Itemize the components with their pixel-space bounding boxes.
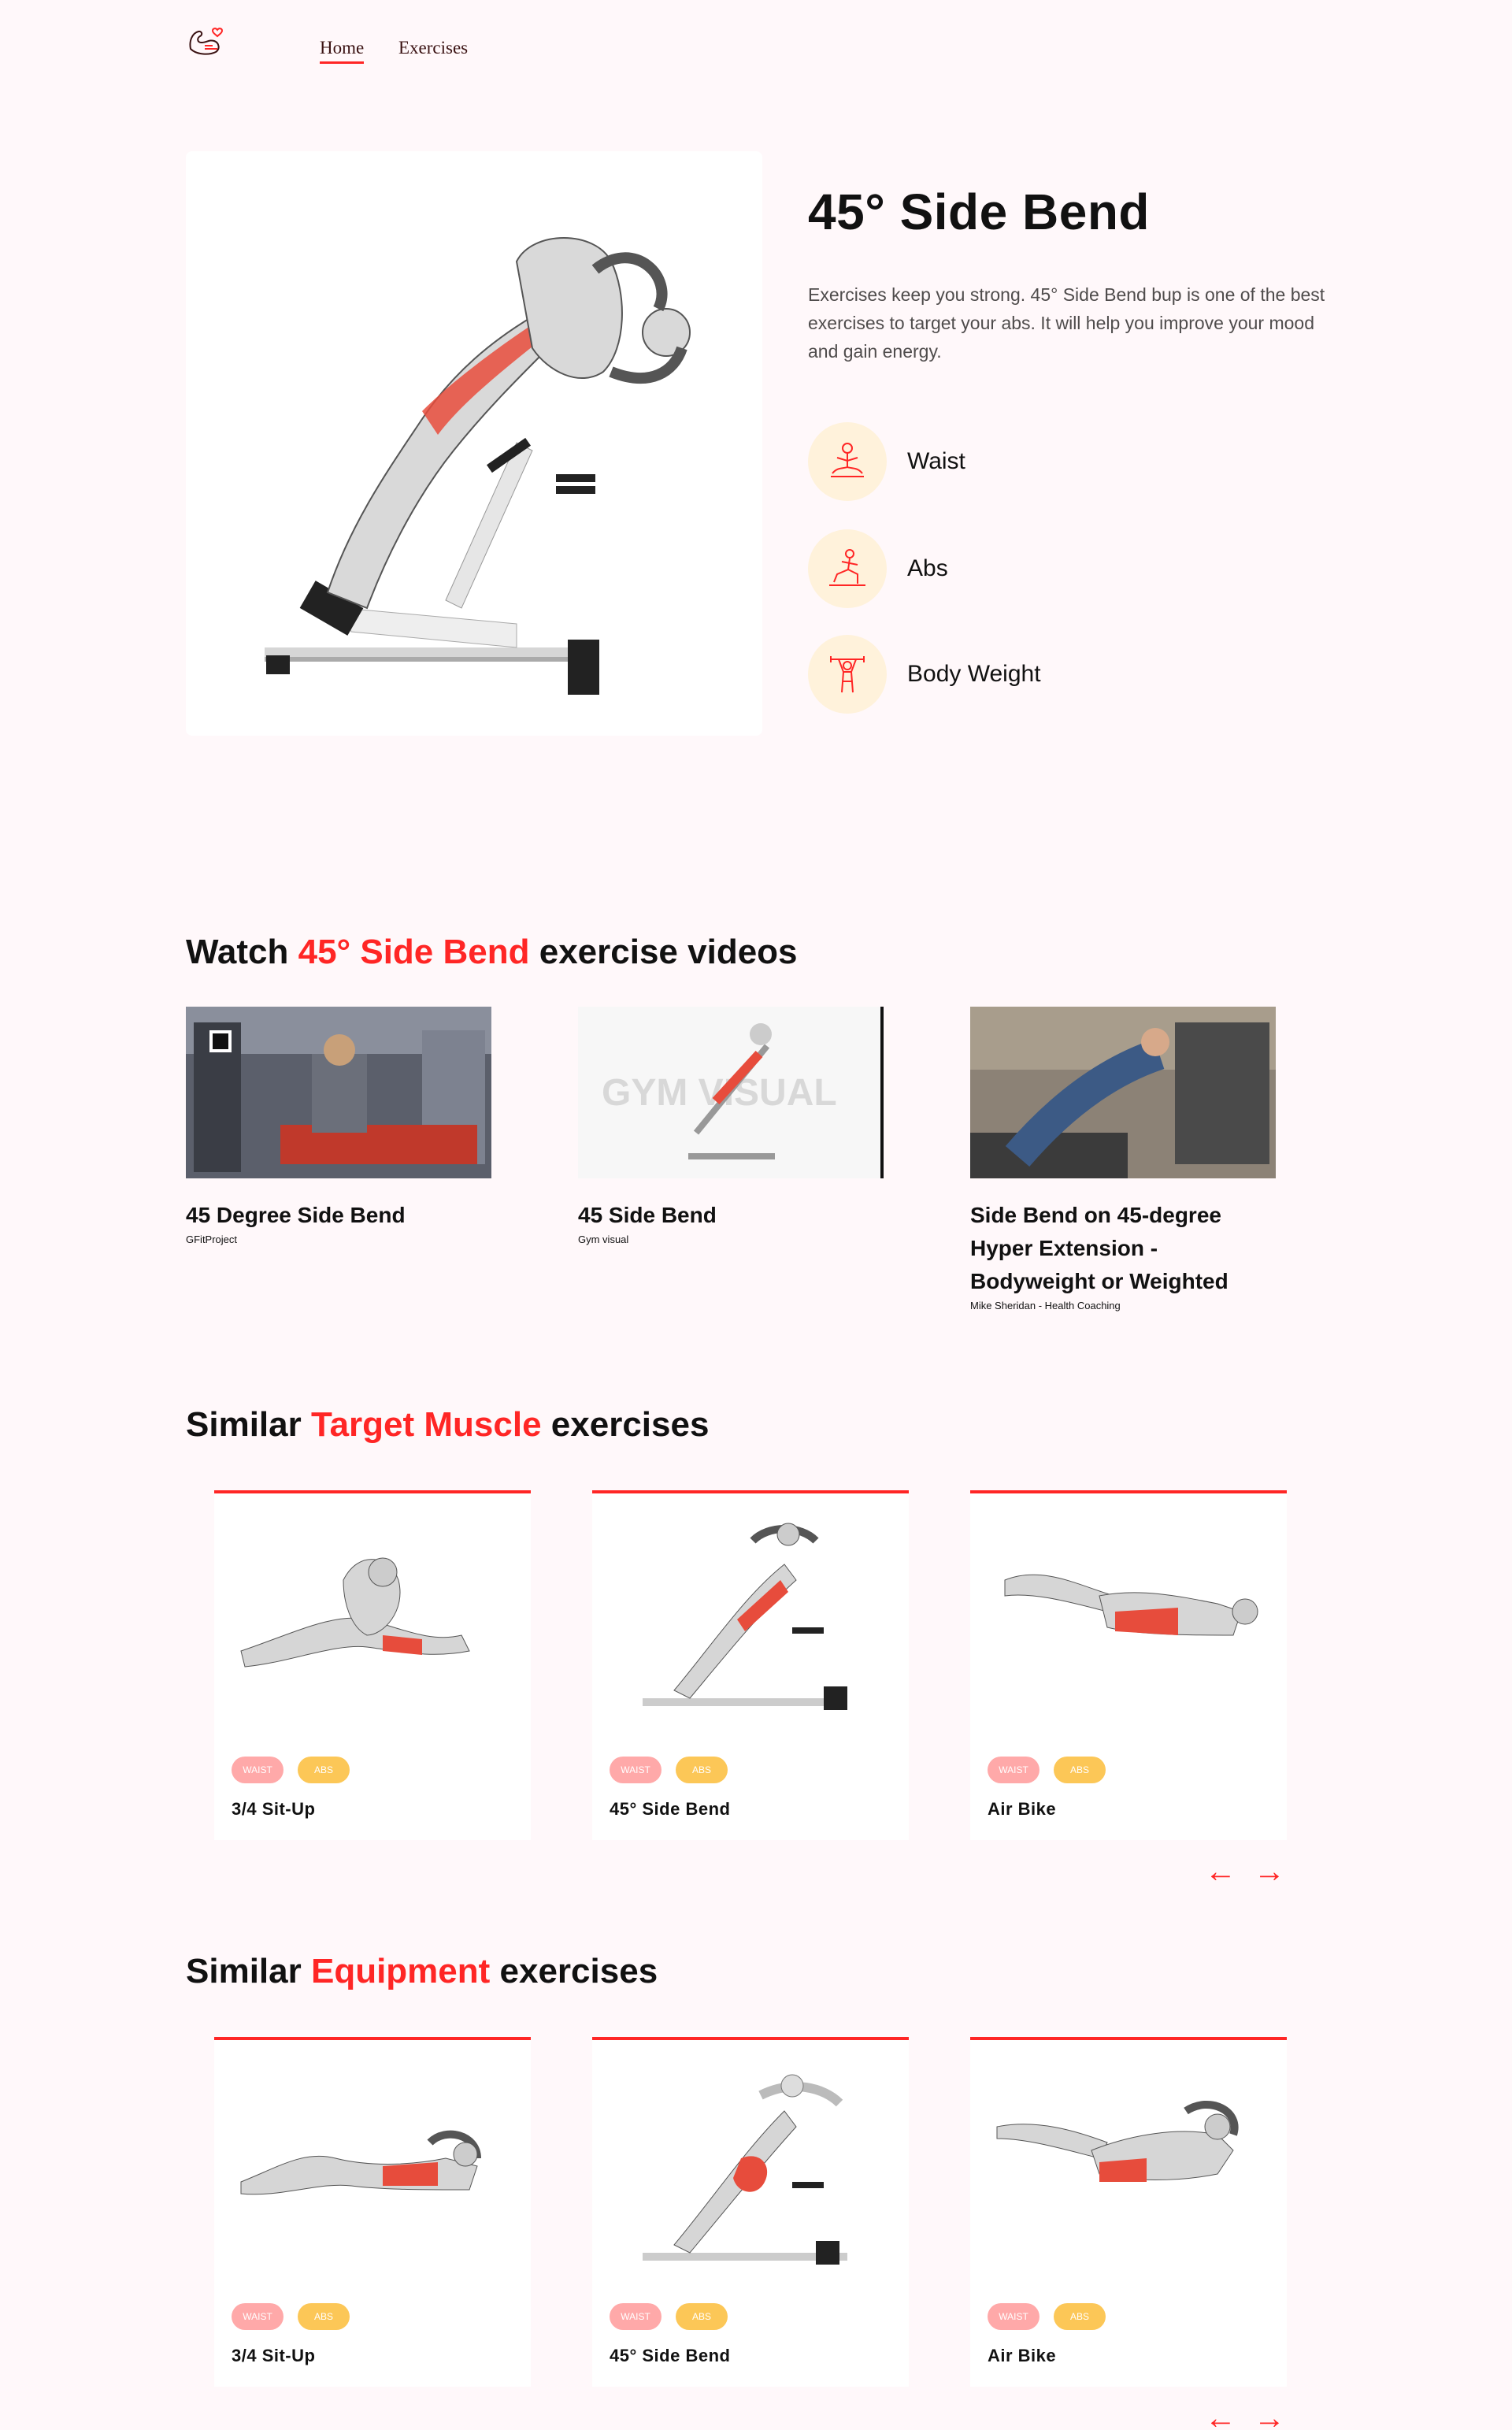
title-text: Similar <box>186 1405 311 1444</box>
detail-label: Abs <box>907 555 948 581</box>
title-text: exercises <box>490 1952 658 1990</box>
equipment-section-title: Similar Equipment exercises <box>186 1952 658 1991</box>
title-accent: Equipment <box>310 1952 491 1990</box>
arrow-right-icon[interactable]: → <box>1254 1856 1285 1887</box>
equipment-carousel-arrows: ← → <box>1205 2402 1285 2430</box>
video-channel: Mike Sheridan - Health Coaching <box>970 1300 1121 1311</box>
tag-waist: waist <box>988 2303 1040 2330</box>
exercise-card-name[interactable]: 45° Side Bend <box>610 1799 730 1820</box>
title-accent: 45° Side Bend <box>298 933 530 971</box>
video-title[interactable]: Side Bend on 45-degree Hyper Extension -… <box>970 1199 1277 1298</box>
exercise-card[interactable]: waist abs 3/4 Sit-Up <box>214 1490 531 1840</box>
video-title[interactable]: 45 Degree Side Bend <box>186 1199 493 1232</box>
exercise-card-name[interactable]: 3/4 Sit-Up <box>232 1799 315 1820</box>
tag-waist: waist <box>610 1757 662 1783</box>
detail-label: Waist <box>907 448 965 474</box>
tag-abs: abs <box>676 1757 728 1783</box>
exercise-card-name[interactable]: 45° Side Bend <box>610 2346 730 2366</box>
flexing-arm-logo-icon[interactable] <box>186 25 225 60</box>
video-thumbnail[interactable] <box>186 1007 491 1178</box>
video-card[interactable]: Side Bend on 45-degree Hyper Extension -… <box>970 1007 1277 1311</box>
detail-waist: Waist <box>808 422 965 501</box>
video-channel: GFitProject <box>186 1234 238 1245</box>
title-text: Watch <box>186 933 298 971</box>
title-text: exercise videos <box>529 933 798 971</box>
video-title[interactable]: 45 Side Bend <box>578 1199 885 1232</box>
nav-home-link[interactable]: Home <box>320 38 365 64</box>
weightlifter-icon <box>808 635 887 714</box>
exercise-hero-image <box>186 151 762 736</box>
tag-abs: abs <box>1054 1757 1106 1783</box>
title-text: Similar <box>186 1952 311 1990</box>
exercise-card-image <box>225 2064 520 2276</box>
detail-label: Body Weight <box>907 661 1041 687</box>
exercise-card-image <box>603 1517 898 1730</box>
meditation-icon <box>808 422 887 501</box>
tag-waist: waist <box>232 2303 284 2330</box>
tag-abs: abs <box>298 1757 350 1783</box>
tag-abs: abs <box>1054 2303 1106 2330</box>
exercise-card-image <box>603 2064 898 2276</box>
video-thumbnail[interactable]: GYM VISUAL <box>578 1007 884 1178</box>
tag-waist: waist <box>610 2303 662 2330</box>
description-line: Exercises keep you strong. 45° Side Bend… <box>808 284 1325 305</box>
tag-abs: abs <box>676 2303 728 2330</box>
tag-waist: waist <box>988 1757 1040 1783</box>
title-accent: Target Muscle <box>310 1405 542 1444</box>
video-thumbnail[interactable] <box>970 1007 1276 1178</box>
videos-section-title: Watch 45° Side Bend exercise videos <box>186 933 798 972</box>
arrow-left-icon[interactable]: ← <box>1205 1856 1236 1887</box>
description-line: exercises to target your abs. It will he… <box>808 313 1315 362</box>
exercise-card[interactable]: waist abs Air Bike <box>970 2037 1287 2387</box>
nav-exercises-link[interactable]: Exercises <box>398 38 468 58</box>
title-text: exercises <box>541 1405 710 1444</box>
arrow-left-icon[interactable]: ← <box>1205 2402 1236 2430</box>
arrow-right-icon[interactable]: → <box>1254 2402 1285 2430</box>
exercise-card[interactable]: waist abs 45° Side Bend <box>592 2037 909 2387</box>
video-card[interactable]: GYM VISUAL 45 Side Bend Gym visual <box>578 1007 885 1245</box>
tag-abs: abs <box>298 2303 350 2330</box>
exercise-card-image <box>225 1517 520 1730</box>
exercise-card[interactable]: waist abs Air Bike <box>970 1490 1287 1840</box>
detail-body-weight: Body Weight <box>808 635 1041 714</box>
lunge-icon <box>808 529 887 608</box>
target-carousel-arrows: ← → <box>1205 1856 1285 1887</box>
detail-abs: Abs <box>808 529 948 608</box>
exercise-card-name[interactable]: 3/4 Sit-Up <box>232 2346 315 2366</box>
exercise-card-image <box>981 1517 1276 1730</box>
exercise-description: Exercises keep you strong. 45° Side Bend… <box>808 280 1328 365</box>
tag-waist: waist <box>232 1757 284 1783</box>
exercise-card[interactable]: waist abs 45° Side Bend <box>592 1490 909 1840</box>
exercise-title: 45° Side Bend <box>808 184 1150 240</box>
target-section-title: Similar Target Muscle exercises <box>186 1405 709 1445</box>
video-channel: Gym visual <box>578 1234 629 1245</box>
video-card[interactable]: 45 Degree Side Bend GFitProject <box>186 1007 493 1245</box>
exercise-card-image <box>981 2064 1276 2276</box>
exercise-card[interactable]: waist abs 3/4 Sit-Up <box>214 2037 531 2387</box>
navbar: Home Exercises <box>186 22 1328 69</box>
exercise-card-name[interactable]: Air Bike <box>988 1799 1056 1820</box>
exercise-card-name[interactable]: Air Bike <box>988 2346 1056 2366</box>
